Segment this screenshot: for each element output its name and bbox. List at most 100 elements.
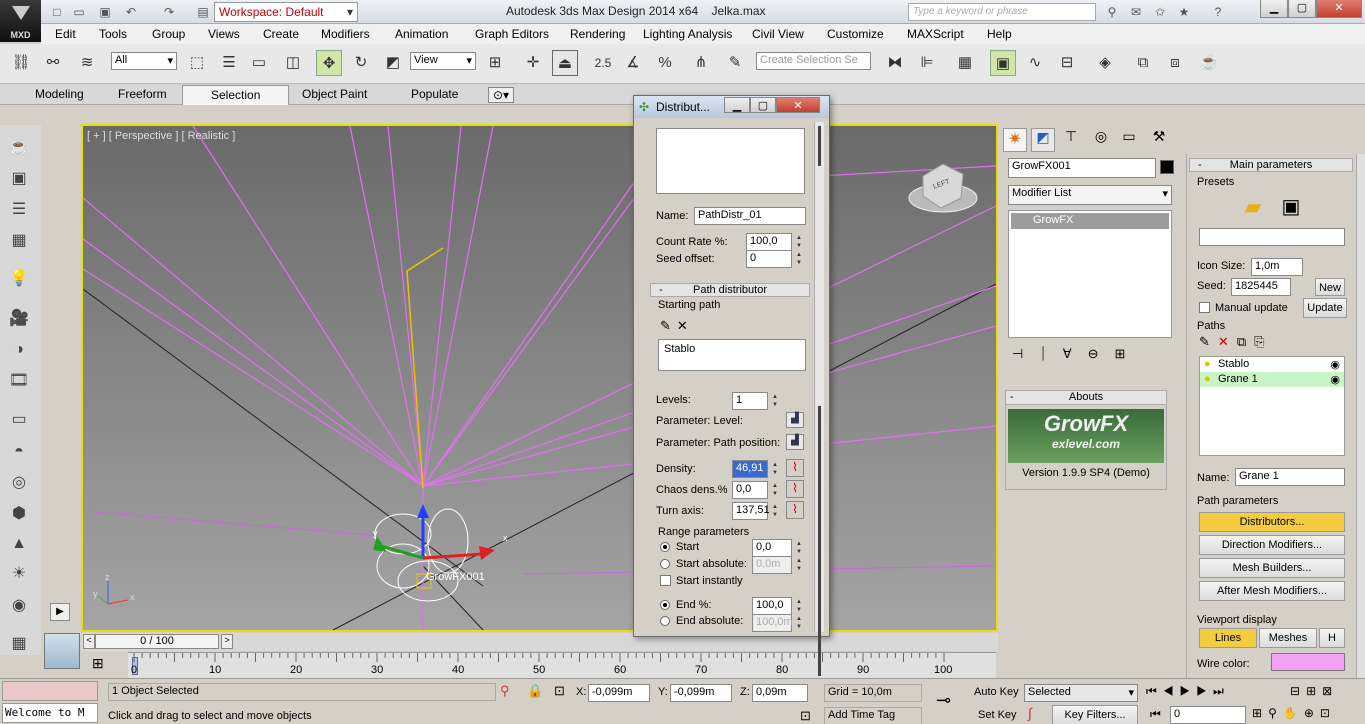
distributors-button[interactable]: Distributors... xyxy=(1199,512,1345,532)
tab-object-paint[interactable]: Object Paint xyxy=(302,87,367,101)
torus-icon[interactable]: ◎ xyxy=(6,470,32,496)
absolute-mode-icon[interactable]: ⊡ xyxy=(554,683,565,699)
search-input[interactable]: Type a keyword or phrase xyxy=(908,3,1096,21)
density-spinner[interactable]: ▲ ▼ xyxy=(770,461,780,477)
remove-path-icon[interactable]: ✕ xyxy=(677,318,694,333)
rotate-icon[interactable]: ↻ xyxy=(348,50,374,76)
dialog-scrollbar[interactable] xyxy=(814,122,824,676)
modifier-list-dropdown[interactable]: Modifier List ▾ xyxy=(1008,185,1172,205)
pivot-center-icon[interactable]: ⊞ xyxy=(482,50,508,76)
menu-civil-view[interactable]: Civil View xyxy=(752,27,804,41)
tab-populate[interactable]: Populate xyxy=(411,87,458,101)
maximize-button[interactable]: ▢ xyxy=(1288,0,1316,18)
start-absolute-radio[interactable] xyxy=(660,559,670,569)
pick-path-icon[interactable]: ✎ xyxy=(660,318,677,333)
scale-icon[interactable]: ◩ xyxy=(380,50,406,76)
open-preset-icon[interactable]: ▰ xyxy=(1239,194,1267,222)
menu-animation[interactable]: Animation xyxy=(395,27,448,41)
disk-icon[interactable]: ◉ xyxy=(6,593,32,619)
scrollbar-thumb[interactable] xyxy=(818,406,821,676)
orbit-icon[interactable]: ⊕ xyxy=(1304,706,1320,720)
time-next-button[interactable]: > xyxy=(221,634,233,649)
seed-offset-spinner[interactable]: ▲ ▼ xyxy=(794,251,804,267)
spinner-snap-icon[interactable]: ⋔ xyxy=(688,50,714,76)
mesh-builders-button[interactable]: Mesh Builders... xyxy=(1199,558,1345,578)
menu-graph-editors[interactable]: Graph Editors xyxy=(475,27,549,41)
grid-shape-icon[interactable]: ▦ xyxy=(6,631,32,657)
display-tab-icon[interactable]: ▭ xyxy=(1117,128,1141,152)
binoculars-icon[interactable]: ⚲ xyxy=(1103,3,1121,21)
time-tag-icon[interactable]: ⊡ xyxy=(800,708,811,724)
rendered-frame-icon[interactable]: ⧈ xyxy=(1162,50,1188,76)
menu-tools[interactable]: Tools xyxy=(99,27,127,41)
curve-editor-icon[interactable]: ∿ xyxy=(1022,50,1048,76)
dialog-maximize-button[interactable]: ▢ xyxy=(750,97,776,113)
menu-lighting-analysis[interactable]: Lighting Analysis xyxy=(643,27,732,41)
app-logo-button[interactable]: MXD xyxy=(0,0,41,42)
path-distributor-header[interactable]: - Path distributor xyxy=(650,283,810,297)
abouts-header[interactable]: - Abouts xyxy=(1006,391,1166,405)
ribbon-options-dropdown[interactable]: ⊙▾ xyxy=(488,87,515,103)
video-camera-icon[interactable]: 🎞 xyxy=(6,368,32,394)
next-frame-icon[interactable]: ▶ xyxy=(1196,684,1213,698)
close-button[interactable]: ✕ xyxy=(1316,0,1362,18)
bind-spacewarp-icon[interactable]: ≋ xyxy=(74,50,100,76)
time-config-icon[interactable]: ⊞ xyxy=(1252,706,1268,720)
path-item-stablo[interactable]: ● Stablo ◉ xyxy=(1200,357,1344,372)
delete-path-icon[interactable]: ✕ xyxy=(1218,334,1237,349)
select-by-name-icon[interactable]: ☰ xyxy=(216,50,242,76)
dialog-minimize-button[interactable]: ▁ xyxy=(724,97,750,113)
key-mode-dropdown[interactable]: Selected ▾ xyxy=(1024,684,1138,702)
select-object-icon[interactable]: ⬚ xyxy=(184,50,210,76)
pan-icon[interactable]: ✋ xyxy=(1283,706,1304,720)
seed-field[interactable]: 1825445 xyxy=(1231,278,1291,296)
chaos-field[interactable]: 0,0 xyxy=(732,481,768,499)
add-path-icon[interactable]: ✎ xyxy=(1199,334,1218,349)
go-to-end-icon[interactable]: ⏭ xyxy=(1213,684,1230,698)
end-radio[interactable] xyxy=(660,600,670,610)
path-item-grane-1[interactable]: ● Grane 1 ◉ xyxy=(1200,372,1344,387)
path-name-field[interactable]: Grane 1 xyxy=(1235,468,1345,486)
time-slider[interactable]: < 0 / 100 > xyxy=(81,633,998,651)
go-to-start-icon[interactable]: ⏮ xyxy=(1146,684,1163,698)
menu-rendering[interactable]: Rendering xyxy=(570,27,625,41)
link-icon[interactable]: ⛓ xyxy=(8,50,34,76)
render-frame-icon[interactable]: ▣ xyxy=(6,166,32,192)
icon-size-field[interactable]: 1,0m xyxy=(1251,258,1303,276)
levels-spinner[interactable]: ▲ ▼ xyxy=(770,393,780,409)
tab-freeform[interactable]: Freeform xyxy=(118,87,167,101)
configure-sets-icon[interactable]: ⊞ xyxy=(1115,346,1142,361)
undo-icon[interactable]: ↶ xyxy=(122,3,140,21)
direction-modifiers-button[interactable]: Direction Modifiers... xyxy=(1199,535,1345,555)
new-file-icon[interactable]: □ xyxy=(48,3,66,21)
scrollbar-thumb-top[interactable] xyxy=(818,126,821,166)
menu-modifiers[interactable]: Modifiers xyxy=(321,27,370,41)
scene-explorer-icon[interactable]: ▣ xyxy=(990,50,1016,76)
object-color-swatch[interactable] xyxy=(1160,160,1174,174)
count-rate-field[interactable]: 100,0 xyxy=(746,233,792,251)
workspace-dropdown[interactable]: Workspace: Default ▾ xyxy=(214,2,358,22)
list-icon[interactable]: ☰ xyxy=(6,197,32,223)
x-coord-field[interactable]: -0,099m xyxy=(588,684,650,702)
count-rate-spinner[interactable]: ▲ ▼ xyxy=(794,234,804,250)
save-file-icon[interactable]: ▣ xyxy=(96,3,114,21)
eye-icon[interactable]: ◉ xyxy=(1330,373,1340,386)
align-icon[interactable]: ⊫ xyxy=(914,50,940,76)
edit-named-selection-icon[interactable]: ✎ xyxy=(722,50,748,76)
keyboard-shortcut-icon[interactable]: ⏏ xyxy=(552,50,578,76)
geosphere-icon[interactable]: ⬢ xyxy=(6,501,32,527)
param-level-graph-icon[interactable]: ▟ xyxy=(786,412,804,428)
turn-axis-curve-icon[interactable]: ⌇ xyxy=(786,501,804,519)
favorites-icon[interactable]: ✩ xyxy=(1151,3,1169,21)
show-end-result-icon[interactable]: ⏐ xyxy=(1039,346,1062,361)
sphere-icon[interactable]: ◓ xyxy=(6,439,32,465)
dialog-close-button[interactable]: ✕ xyxy=(776,97,820,113)
start-field[interactable]: 0,0 xyxy=(752,539,792,557)
turn-axis-spinner[interactable]: ▲ ▼ xyxy=(770,503,780,519)
render-setup-icon[interactable]: ⧉ xyxy=(1130,50,1156,76)
end-absolute-spinner[interactable]: ▲ ▼ xyxy=(794,615,804,631)
update-button[interactable]: Update xyxy=(1303,298,1347,318)
dope-sheet-icon[interactable]: ⊟ xyxy=(1054,50,1080,76)
start-instantly-checkbox[interactable] xyxy=(660,575,671,586)
unlink-icon[interactable]: ⚯ xyxy=(40,50,66,76)
